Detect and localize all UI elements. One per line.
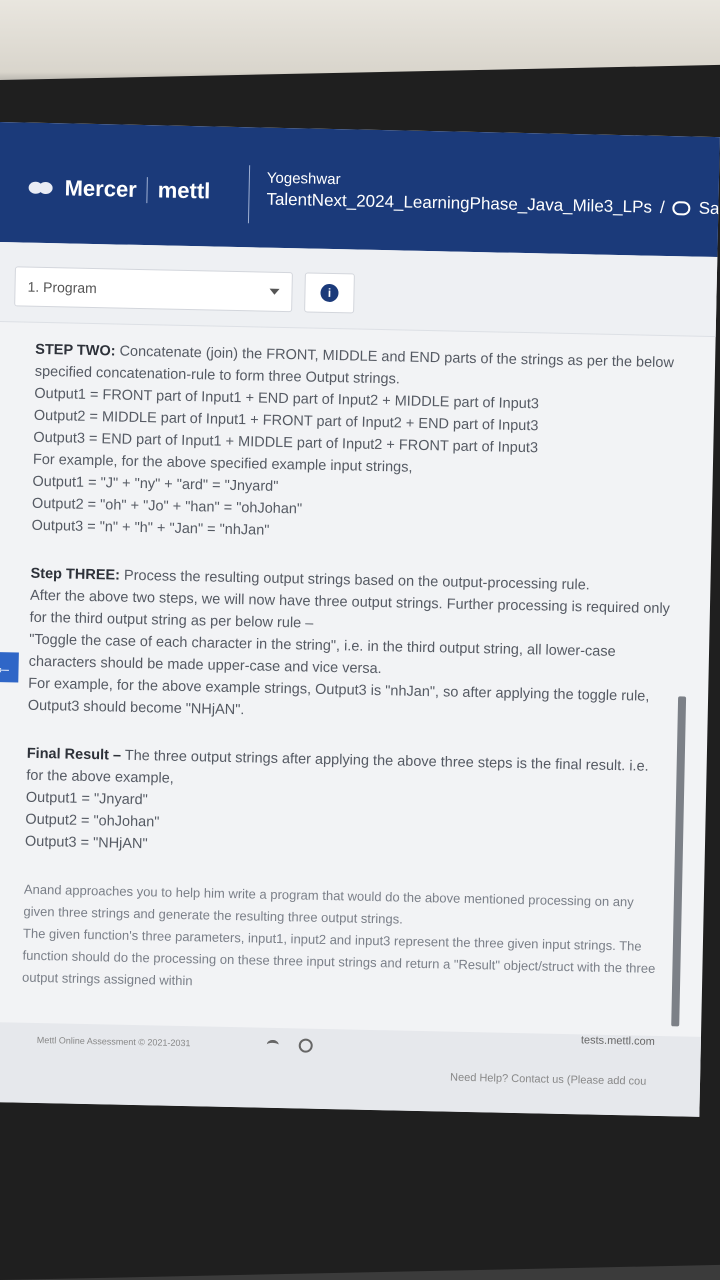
record-icon <box>298 1038 313 1053</box>
save-status: Save <box>698 198 720 219</box>
info-icon: i <box>320 283 339 303</box>
copyright-text: Mettl Online Assessment © 2021-2031 <box>36 1034 191 1049</box>
course-title: TalentNext_2024_LearningPhase_Java_Mile3… <box>266 189 653 217</box>
header-divider <box>247 165 251 224</box>
monitor-screen: Mercer mettl Yogeshwar TalentNext_2024_L… <box>0 122 720 1117</box>
back-arrow-button[interactable]: ← <box>0 651 19 683</box>
step-two-section: STEP TWO: Concatenate (join) the FRONT, … <box>31 339 675 550</box>
closing-paragraph: The given function's three parameters, i… <box>21 925 656 989</box>
breadcrumb-separator: / <box>659 197 665 217</box>
vertical-scrollbar[interactable] <box>671 696 687 1027</box>
app-header: Mercer mettl Yogeshwar TalentNext_2024_L… <box>0 122 720 258</box>
chevron-down-icon <box>269 288 280 295</box>
user-name: Yogeshwar <box>266 169 341 189</box>
question-select[interactable]: 1. Program <box>14 266 293 313</box>
final-result-label: Final Result – <box>26 745 122 764</box>
app-footer: tests.mettl.com Mettl Online Assessment … <box>0 1021 720 1117</box>
step-three-section: Step THREE: Process the resulting output… <box>28 563 671 730</box>
site-domain: tests.mettl.com <box>580 1034 655 1048</box>
info-button[interactable]: i <box>304 272 355 314</box>
step-two-text: Concatenate (join) the FRONT, MIDDLE and… <box>34 343 675 388</box>
course-breadcrumb: TalentNext_2024_LearningPhase_Java_Mile3… <box>266 190 720 220</box>
logo-divider <box>146 177 149 204</box>
mercer-logo-icon <box>28 180 54 197</box>
help-link[interactable]: Need Help? Contact us (Please add cou <box>450 1072 647 1088</box>
question-content: STEP TWO: Concatenate (join) the FRONT, … <box>22 339 675 1002</box>
mercer-brand: Mercer <box>64 175 138 202</box>
arrow-left-icon: ← <box>0 656 13 677</box>
closing-section: Anand approaches you to help him write a… <box>22 879 664 1002</box>
brand-logos: Mercer mettl <box>28 175 211 205</box>
final-result-section: Final Result – The three output strings … <box>25 743 667 866</box>
step-two-label: STEP TWO: <box>35 341 116 360</box>
mettl-brand: mettl <box>157 177 211 204</box>
cloud-save-icon <box>672 201 691 216</box>
question-toolbar: 1. Program i <box>0 241 720 338</box>
question-select-value: 1. Program <box>27 278 97 297</box>
step-three-label: Step THREE: <box>30 565 121 584</box>
wifi-icon <box>266 1039 279 1051</box>
